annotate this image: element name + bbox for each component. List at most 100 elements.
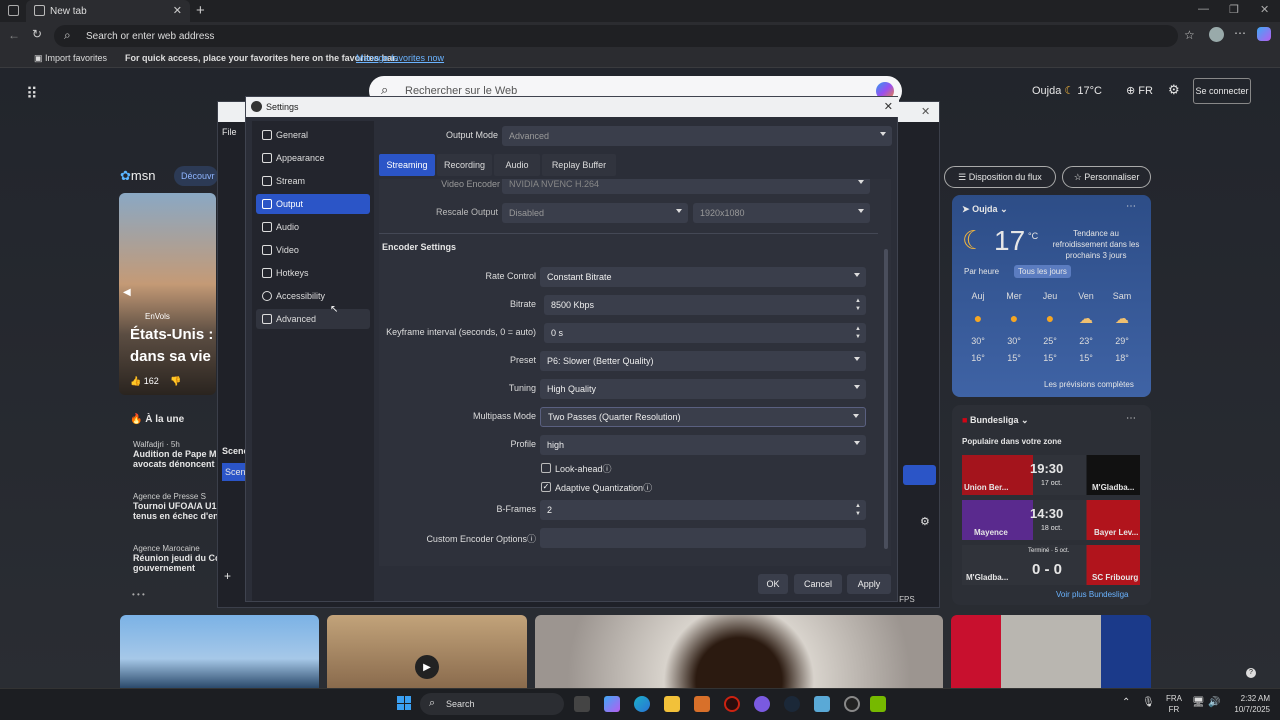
weather-trend[interactable]: Tendance au refroidissement dans les pro… (1052, 228, 1140, 261)
spin-arrows-icon[interactable]: ▲ ▼ (854, 325, 862, 341)
rescale-resolution-select[interactable]: 1920x1080 (693, 203, 870, 223)
more-icon[interactable]: ⋯ (1234, 26, 1246, 40)
nvidia-icon[interactable] (870, 696, 886, 712)
weather-city[interactable]: ➤ Oujda ⌄ (962, 204, 1008, 215)
weather-top[interactable]: Oujda ☾ 17°C (1032, 84, 1102, 97)
spin-arrows-icon[interactable]: ▲ ▼ (854, 502, 862, 518)
hero-likes[interactable]: 👍 162 (130, 376, 159, 387)
match-row[interactable]: Mayence 14:30 18 oct. Bayer Lev... (962, 500, 1140, 540)
scrollbar[interactable] (884, 249, 888, 549)
carousel-prev-icon[interactable]: ◀ (123, 287, 131, 298)
nav-accessibility[interactable]: Accessibility (256, 286, 370, 306)
nav-stream[interactable]: Stream (256, 171, 370, 191)
match-row[interactable]: Union Ber... 19:30 17 oct. M'Gladba... (962, 455, 1140, 495)
help-icon[interactable]: ⓘ (603, 464, 612, 474)
adaptive-quantization-checkbox[interactable]: ✓ (541, 482, 551, 492)
add-tab-icon[interactable]: + (196, 2, 205, 19)
obs-icon[interactable] (844, 696, 860, 712)
video-encoder-select[interactable]: NVIDIA NVENC H.264 (502, 179, 870, 194)
weather-card[interactable]: ➤ Oujda ⌄ ⋯ ☾ 17 °C Tendance au refroidi… (952, 195, 1151, 397)
pager-dots[interactable]: • • • (132, 590, 145, 599)
file-menu[interactable]: File (222, 127, 237, 137)
news-item[interactable]: Agence de Presse S Tournoi UFOA/A U1 ten… (133, 492, 217, 544)
news-image-flags[interactable] (951, 615, 1151, 688)
nav-audio[interactable]: Audio (256, 217, 370, 237)
apply-button[interactable]: Apply (847, 574, 891, 594)
tray-overflow-icon[interactable]: ⌃ (1122, 697, 1130, 708)
import-favorites-link[interactable]: ▣ Import favorites (34, 53, 107, 64)
gear-icon[interactable]: ⚙ (1168, 82, 1180, 98)
steam-icon[interactable] (784, 696, 800, 712)
tab-hourly[interactable]: Par heure (964, 267, 999, 276)
more-options-icon[interactable]: ⋯ (1126, 201, 1136, 212)
maximize-icon[interactable]: ❐ (1229, 3, 1239, 16)
more-bundesliga-link[interactable]: Voir plus Bundesliga (1056, 590, 1129, 599)
help-icon[interactable]: ? (1246, 668, 1256, 678)
favorites-icon[interactable]: ☆ (1184, 28, 1195, 42)
play-icon[interactable]: ▶ (415, 655, 439, 679)
more-options-icon[interactable]: ⋯ (1126, 413, 1136, 424)
spin-arrows-icon[interactable]: ▲ ▼ (854, 297, 862, 313)
rate-control-select[interactable]: Constant Bitrate (540, 267, 866, 287)
news-item[interactable]: Agence Marocaine Réunion jeudi du Co gou… (133, 544, 217, 596)
custom-encoder-input[interactable] (540, 528, 866, 548)
close-window-icon[interactable]: ✕ (1260, 3, 1269, 16)
nav-advanced[interactable]: Advanced (256, 309, 370, 329)
language-picker[interactable]: ⊕ FR (1126, 84, 1153, 97)
manage-favorites-link[interactable]: Manage favorites now (356, 53, 444, 63)
help-icon[interactable]: ⓘ (643, 483, 652, 493)
clock[interactable]: 2:32 AM 10/7/2025 (1226, 693, 1270, 715)
app-icon[interactable] (724, 696, 740, 712)
lookahead-checkbox[interactable] (541, 463, 551, 473)
profile-select[interactable]: high (540, 435, 866, 455)
close-tab-icon[interactable]: ✕ (173, 4, 182, 17)
browser-tab[interactable]: New tab ✕ (26, 0, 190, 22)
tab-streaming[interactable]: Streaming (379, 154, 435, 176)
apps-grid-icon[interactable]: ⠿ (26, 84, 38, 104)
bframes-spinbox[interactable]: 2 ▲ ▼ (540, 500, 866, 520)
tuning-select[interactable]: High Quality (540, 379, 866, 399)
match-row[interactable]: M'Gladba... Terminé · 5 oct. 0 - 0 SC Fr… (962, 545, 1140, 585)
refresh-icon[interactable]: ↻ (32, 27, 42, 41)
feed-layout-button[interactable]: ☰ Disposition du flux (944, 166, 1056, 188)
rescale-output-select[interactable]: Disabled (502, 203, 688, 223)
preset-select[interactable]: P6: Slower (Better Quality) (540, 351, 866, 371)
full-forecast-link[interactable]: Les prévisions complètes (1044, 380, 1134, 389)
microphone-icon[interactable]: 🎙 (1142, 697, 1155, 708)
profile-avatar[interactable] (1209, 27, 1224, 42)
address-bar[interactable]: ⌕ Search or enter web address (54, 25, 1178, 47)
ok-button[interactable]: OK (758, 574, 788, 594)
keyframe-spinbox[interactable]: 0 s ▲ ▼ (544, 323, 866, 343)
close-icon[interactable]: ✕ (921, 105, 930, 118)
input-language[interactable]: FRA FR (1166, 693, 1182, 715)
cancel-button[interactable]: Cancel (794, 574, 842, 594)
nav-video[interactable]: Video (256, 240, 370, 260)
copilot-icon[interactable] (604, 696, 620, 712)
msn-logo[interactable]: ✿msn (120, 168, 155, 184)
adaptive-quantization-label[interactable]: Adaptive Quantizationⓘ (555, 481, 652, 494)
news-item[interactable]: Walfadjri · 5h Audition de Pape M avocat… (133, 440, 217, 492)
add-scene-icon[interactable]: + (224, 569, 231, 583)
help-icon[interactable]: ⓘ (527, 534, 536, 544)
tab-recording[interactable]: Recording (437, 154, 492, 176)
copilot-icon[interactable] (1257, 27, 1271, 41)
bundesliga-header[interactable]: ■ Bundesliga ⌄ (962, 415, 1029, 426)
scene-item[interactable]: Scen (222, 463, 247, 481)
tab-audio[interactable]: Audio (494, 154, 540, 176)
discover-tab[interactable]: Découvr (174, 166, 218, 186)
nav-output[interactable]: Output (256, 194, 370, 214)
tab-daily[interactable]: Tous les jours (1014, 265, 1071, 278)
file-explorer-icon[interactable] (664, 696, 680, 712)
lookahead-label[interactable]: Look-aheadⓘ (555, 462, 612, 475)
windows-start-icon[interactable] (397, 696, 411, 710)
gear-icon[interactable]: ⚙ (920, 515, 930, 528)
tab-replay-buffer[interactable]: Replay Buffer (542, 154, 616, 176)
hero-title-line1[interactable]: États-Unis : (130, 326, 213, 343)
multipass-select[interactable]: Two Passes (Quarter Resolution) (540, 407, 866, 427)
task-view-icon[interactable] (574, 696, 590, 712)
control-button[interactable] (903, 465, 936, 485)
network-icon[interactable]: 🖥 (1192, 697, 1205, 708)
edge-icon[interactable] (634, 696, 650, 712)
discord-icon[interactable] (754, 696, 770, 712)
app-icon[interactable] (814, 696, 830, 712)
